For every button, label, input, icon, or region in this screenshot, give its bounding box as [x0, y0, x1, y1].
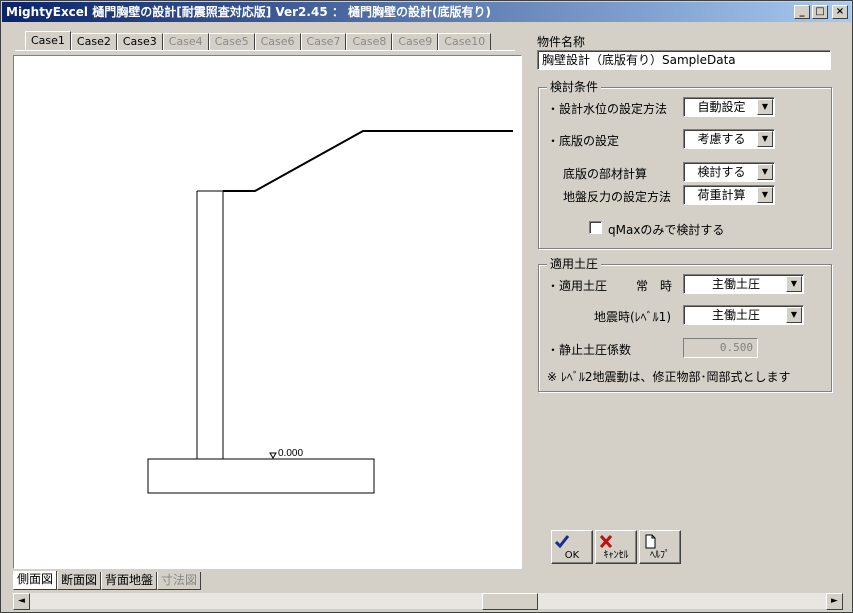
- normal-pressure-select[interactable]: 主働土圧 ▼: [683, 274, 804, 294]
- water-level-label: 0.000: [278, 448, 303, 459]
- rest-coefficient-label: ・静止土圧係数: [547, 343, 632, 357]
- ground-reaction-label: 地盤反力の設定方法: [563, 190, 672, 204]
- window-title: MightyExcel 樋門胸壁の設計[耐震照査対応版] Ver2.45 ： 樋…: [6, 5, 491, 19]
- case-tab-6[interactable]: Case6: [254, 33, 301, 51]
- applied-pressure-label: ・適用土圧: [547, 279, 608, 293]
- case-tab-10[interactable]: Case10: [438, 33, 492, 51]
- cancel-button[interactable]: ｷｬﾝｾﾙ: [595, 530, 637, 564]
- seismic-level1-label: 地震時(ﾚﾍﾞﾙ1): [594, 310, 671, 324]
- scroll-left-button[interactable]: ◄: [13, 593, 30, 610]
- base-slab: [147, 458, 375, 494]
- case-tab-5[interactable]: Case5: [208, 33, 255, 51]
- qmax-only-label: qMaxのみで検討する: [608, 223, 725, 237]
- ok-button[interactable]: OK: [551, 530, 593, 564]
- level2-note: ※ ﾚﾍﾞﾙ2地震動は、修正物部･岡部式とします: [547, 370, 791, 384]
- drawing-canvas[interactable]: 0.000: [13, 55, 522, 569]
- view-tab-strip: 側面図 断面図 背面地盤 寸法図: [13, 571, 202, 590]
- view-tab-4[interactable]: 寸法図: [157, 572, 202, 590]
- scroll-thumb[interactable]: [482, 593, 538, 610]
- ground-reaction-value: 荷重計算: [697, 188, 746, 202]
- normal-time-label: 常 時: [636, 279, 673, 293]
- case-tab-9[interactable]: Case9: [392, 33, 439, 51]
- ok-button-label: OK: [564, 550, 580, 561]
- water-level-marker: [269, 452, 277, 459]
- rest-coefficient-field: 0.500: [683, 338, 758, 358]
- base-setting-select[interactable]: 考慮する ▼: [683, 129, 775, 149]
- water-level-method-select[interactable]: 自動設定 ▼: [683, 97, 775, 117]
- case-tab-1[interactable]: Case1: [25, 31, 71, 51]
- minimize-button[interactable]: _: [794, 5, 810, 19]
- main-window: MightyExcel 樋門胸壁の設計[耐震照査対応版] Ver2.45 ： 樋…: [0, 0, 853, 613]
- property-name-label: 物件名称: [537, 35, 586, 49]
- view-tab-3[interactable]: 背面地盤: [101, 572, 158, 590]
- tab-frame-edge: [15, 50, 515, 52]
- seismic-pressure-value: 主働土圧: [711, 308, 760, 322]
- view-tab-1[interactable]: 側面図: [13, 571, 58, 590]
- base-member-calc-label: 底版の部材計算: [563, 167, 648, 181]
- cancel-button-label: ｷｬﾝｾﾙ: [603, 550, 629, 561]
- case-tab-7[interactable]: Case7: [300, 33, 347, 51]
- case-tab-2[interactable]: Case2: [70, 33, 117, 51]
- help-button-label: ﾍﾙﾌﾟ: [650, 550, 670, 561]
- title-bar[interactable]: MightyExcel 樋門胸壁の設計[耐震照査対応版] Ver2.45 ： 樋…: [2, 2, 851, 22]
- case-tab-3[interactable]: Case3: [116, 33, 163, 51]
- chevron-down-icon[interactable]: ▼: [757, 164, 773, 180]
- case-tab-strip: Case1 Case2 Case3 Case4 Case5 Case6 Case7 Case8…: [25, 31, 492, 51]
- seismic-pressure-select[interactable]: 主働土圧 ▼: [683, 305, 804, 325]
- help-button[interactable]: ﾍﾙﾌﾟ: [639, 530, 681, 564]
- view-tab-2[interactable]: 断面図: [57, 572, 102, 590]
- scroll-right-button[interactable]: ►: [826, 593, 843, 610]
- water-level-method-value: 自動設定: [697, 100, 746, 114]
- conditions-group-title: 検討条件: [547, 80, 602, 94]
- chevron-down-icon[interactable]: ▼: [757, 131, 773, 147]
- normal-pressure-value: 主働土圧: [711, 277, 760, 291]
- qmax-only-checkbox[interactable]: [589, 221, 602, 234]
- chevron-down-icon[interactable]: ▼: [786, 276, 802, 292]
- base-member-calc-value: 検討する: [697, 165, 746, 179]
- property-name-input[interactable]: 胸壁設計（底版有り）SampleData: [537, 50, 831, 70]
- wall-side-view: 0.000: [147, 130, 513, 494]
- base-setting-label: ・底版の設定: [547, 134, 620, 148]
- document-icon: [645, 534, 656, 549]
- horizontal-scrollbar[interactable]: ◄ ►: [13, 592, 843, 610]
- case-tab-4[interactable]: Case4: [162, 33, 209, 51]
- close-button[interactable]: ×: [832, 5, 848, 19]
- maximize-button[interactable]: □: [812, 5, 828, 19]
- window-controls: _ □ ×: [794, 5, 848, 19]
- chevron-down-icon[interactable]: ▼: [757, 99, 773, 115]
- ground-line: [223, 130, 513, 192]
- checkmark-icon: [554, 535, 570, 549]
- chevron-down-icon[interactable]: ▼: [786, 307, 802, 323]
- base-member-calc-select[interactable]: 検討する ▼: [683, 162, 775, 182]
- case-tab-8[interactable]: Case8: [346, 33, 393, 51]
- ground-reaction-select[interactable]: 荷重計算 ▼: [683, 185, 775, 205]
- chevron-down-icon[interactable]: ▼: [757, 187, 773, 203]
- earth-pressure-group-title: 適用土圧: [547, 257, 602, 271]
- water-level-method-label: ・設計水位の設定方法: [547, 102, 668, 116]
- base-setting-value: 考慮する: [697, 132, 746, 146]
- cross-icon: [599, 534, 613, 549]
